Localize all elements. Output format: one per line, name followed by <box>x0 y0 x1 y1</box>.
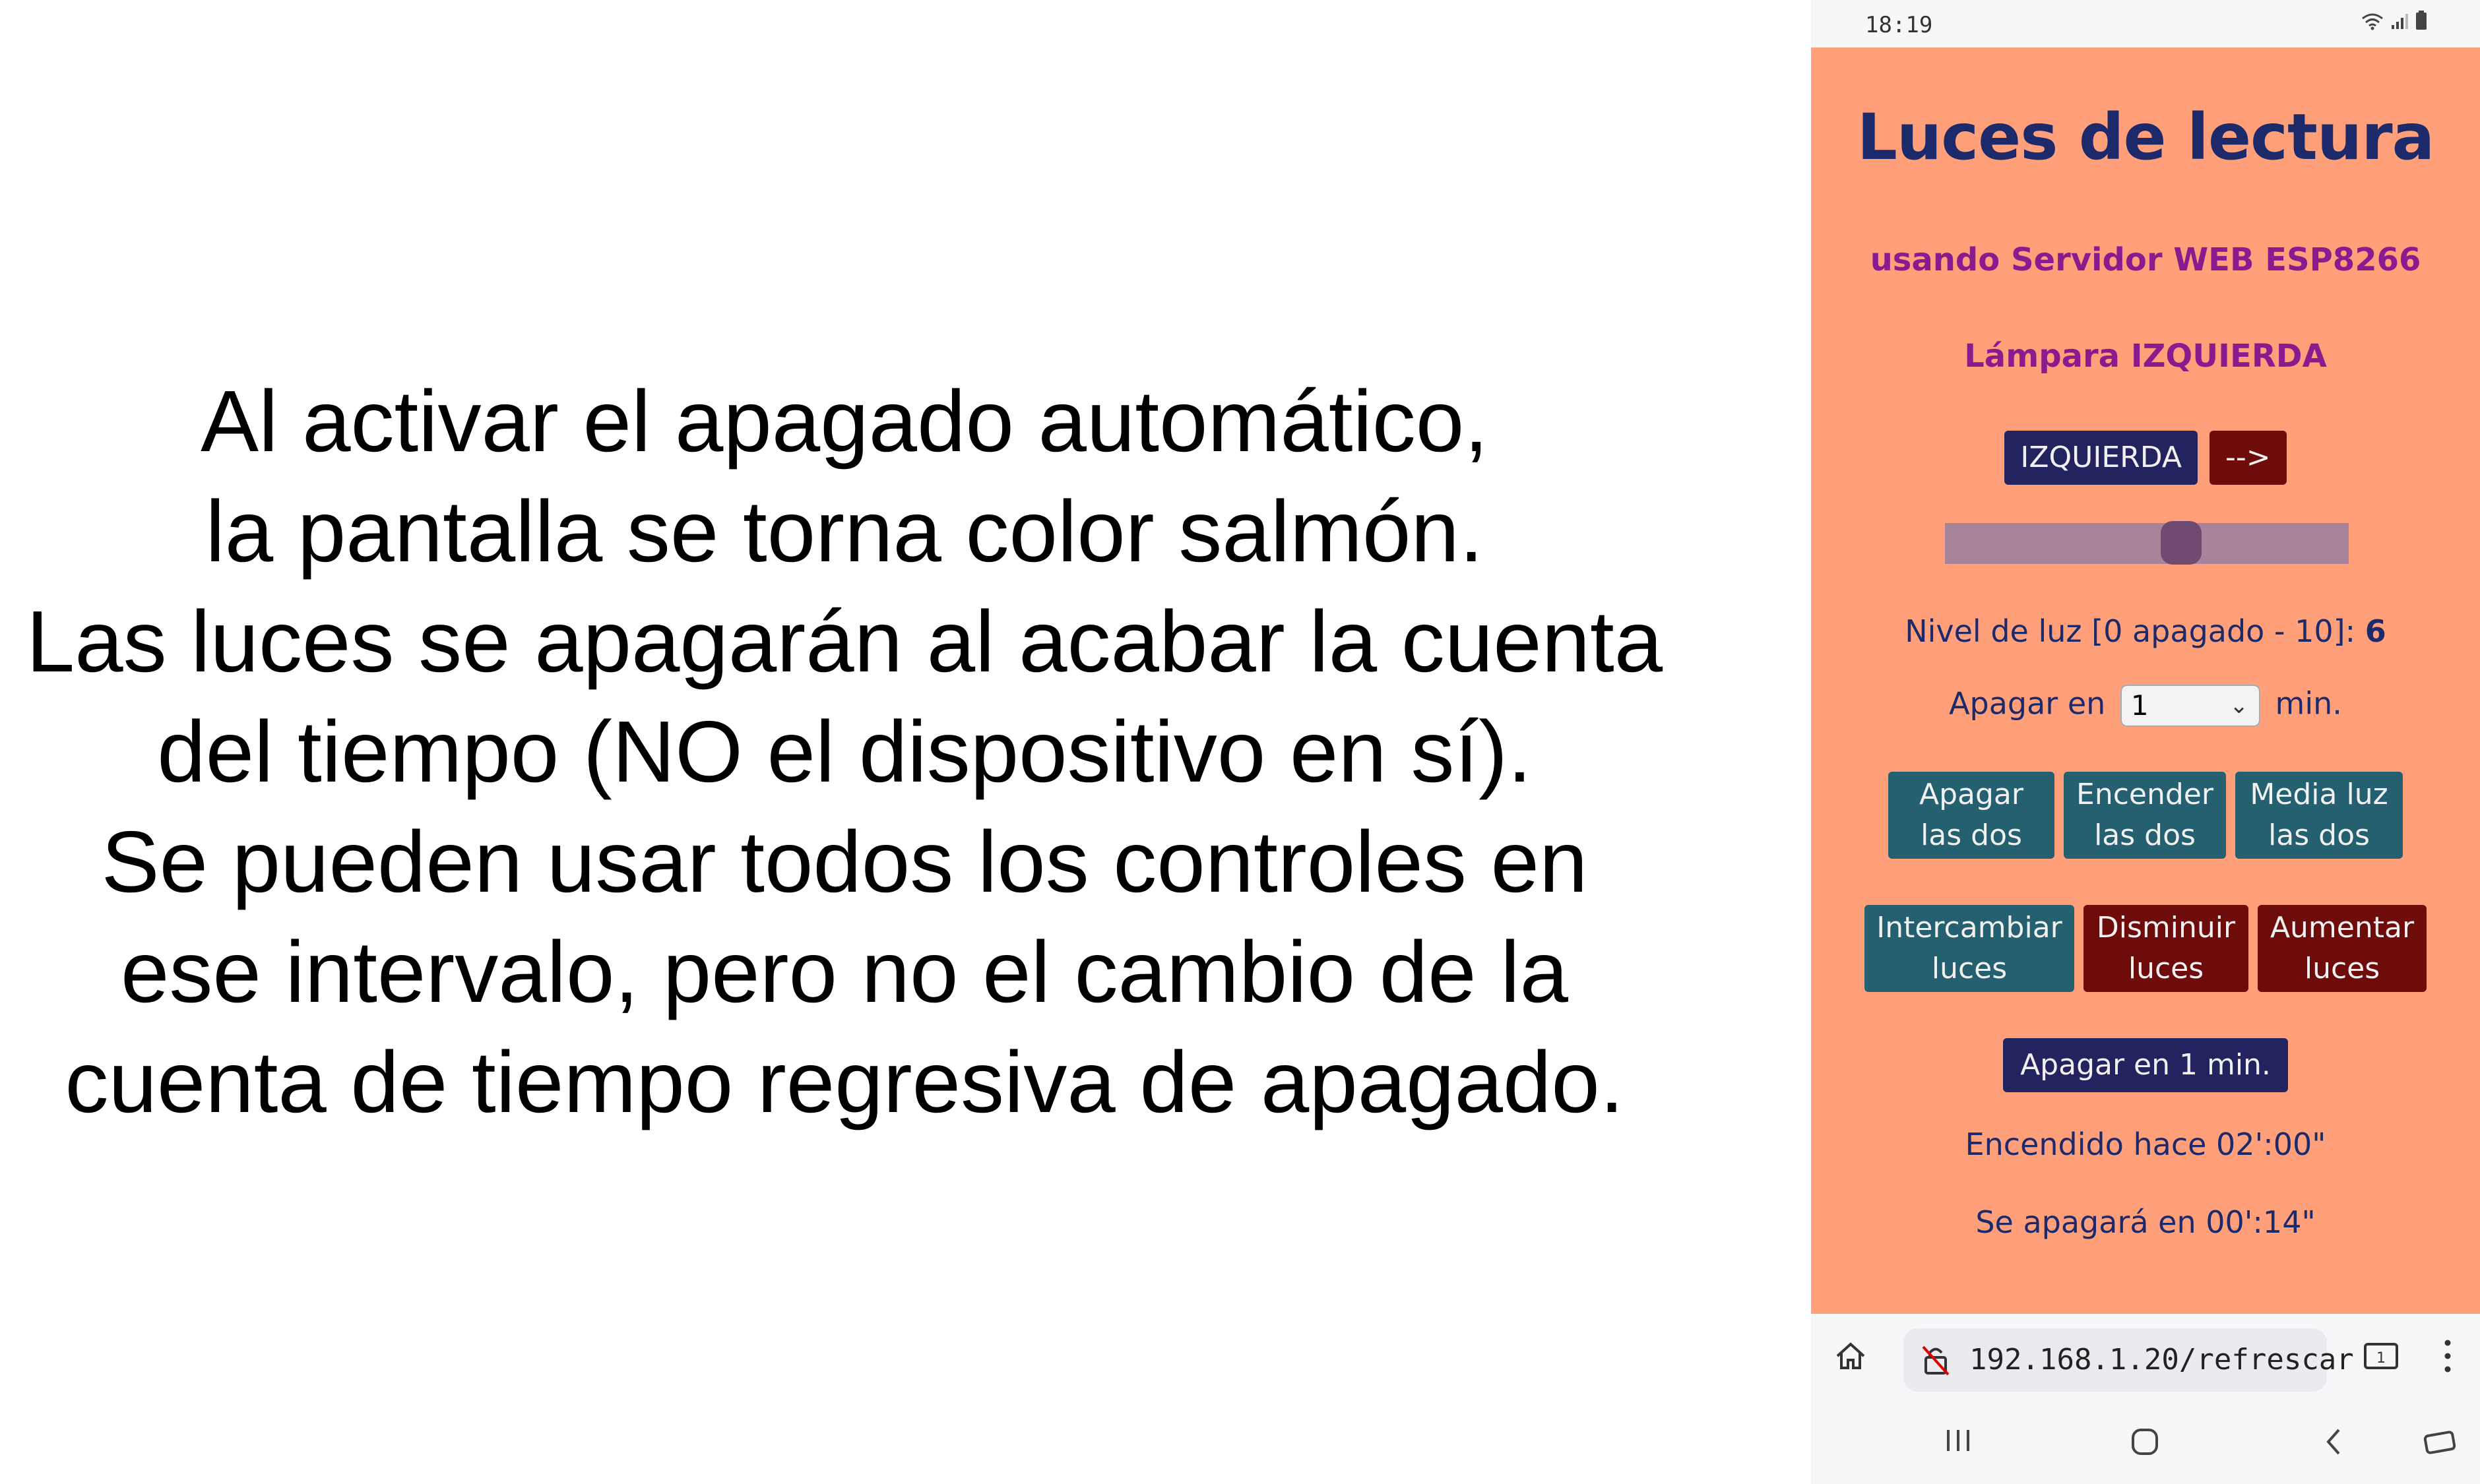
caption-line: ese intervalo, pero no el cambio de la <box>121 923 1568 1020</box>
turn-on-both-button[interactable]: Encender las dos <box>2064 772 2226 859</box>
lamp-label: Lámpara IZQUIERDA <box>1964 338 2327 375</box>
off-timer-prefix: Apagar en <box>1949 685 2106 722</box>
off-countdown-text: Se apagará en 00':14" <box>1975 1204 2316 1240</box>
button-line: Media luz <box>2250 778 2388 811</box>
off-timer-select[interactable]: 1 ⌄ <box>2120 685 2260 727</box>
caption-line: la pantalla se torna color salmón. <box>205 483 1484 580</box>
caption-line: Las luces se apagarán al acabar la cuent… <box>26 593 1663 690</box>
status-time: 18:19 <box>1865 12 1933 38</box>
wifi-icon <box>2361 12 2384 33</box>
timer-button-row: Apagar en 1 min. <box>1811 1038 2480 1092</box>
home-nav-icon[interactable] <box>2130 1427 2159 1459</box>
more-menu-icon[interactable] <box>2442 1336 2454 1378</box>
phone-screen: 18:19 Luces de lectura usando Servidor W… <box>1811 0 2480 1484</box>
light-level-slider[interactable] <box>1945 523 2349 564</box>
caption-line: Al activar el apagado automático, <box>201 373 1488 470</box>
web-page: Luces de lectura usando Servidor WEB ESP… <box>1811 47 2480 1314</box>
insecure-lock-icon[interactable] <box>1921 1344 1951 1380</box>
button-line: luces <box>2304 952 2380 985</box>
caption-line: del tiempo (NO el dispositivo en sí). <box>157 703 1532 800</box>
light-level-value: 6 <box>2365 613 2386 649</box>
page-title: Luces de lectura <box>1857 100 2435 174</box>
recent-apps-icon[interactable] <box>1943 1427 1973 1456</box>
button-line: las dos <box>2094 819 2196 852</box>
off-timer-suffix: min. <box>2275 685 2342 722</box>
caption-line: Se pueden usar todos los controles en <box>101 813 1588 910</box>
back-icon[interactable] <box>2323 1427 2345 1459</box>
button-line: Intercambiar <box>1876 911 2062 944</box>
system-navigation-bar <box>1811 1400 2480 1484</box>
battery-icon <box>2415 11 2427 33</box>
off-in-one-minute-button[interactable]: Apagar en 1 min. <box>2003 1038 2288 1092</box>
off-timer-selected: 1 <box>2130 689 2149 722</box>
left-lamp-button[interactable]: IZQUIERDA <box>2004 431 2198 485</box>
signal-icon <box>2390 12 2409 33</box>
swap-lights-button[interactable]: Intercambiar luces <box>1864 905 2074 992</box>
button-line: luces <box>2128 952 2204 985</box>
address-bar[interactable]: 192.168.1.20/refrescar <box>1903 1328 2354 1392</box>
tabs-icon[interactable]: 1 <box>2363 1339 2400 1376</box>
button-line: las dos <box>1921 819 2022 852</box>
tab-count: 1 <box>2376 1350 2386 1367</box>
on-since-text: Encendido hace 02':00" <box>1965 1127 2326 1162</box>
keyboard-toggle-icon[interactable] <box>2423 1429 2456 1458</box>
button-line: Disminuir <box>2096 911 2236 944</box>
chevron-down-icon: ⌄ <box>2229 693 2248 719</box>
dim-lights-button[interactable]: Disminuir luces <box>2083 905 2248 992</box>
off-timer-row: Apagar en 1 ⌄ min. <box>1811 685 2480 727</box>
status-bar: 18:19 <box>1811 0 2480 47</box>
brighten-lights-button[interactable]: Aumentar luces <box>2258 905 2427 992</box>
light-level-label: Nivel de luz [0 apagado - 10]: <box>1905 613 2356 649</box>
screenshot: Al activar el apagado automático, la pan… <box>0 0 2480 1484</box>
caption-line: cuenta de tiempo regresiva de apagado. <box>65 1034 1624 1130</box>
browser-toolbar: 192.168.1.20/refrescar 1 <box>1811 1314 2480 1400</box>
button-line: luces <box>1931 952 2008 985</box>
button-line: Aumentar <box>2270 911 2415 944</box>
half-light-both-button[interactable]: Media luz las dos <box>2235 772 2403 859</box>
swap-dim-brighten-buttons: Intercambiar luces Disminuir luces Aumen… <box>1811 905 2480 992</box>
button-line: Encender <box>2076 778 2213 811</box>
page-subtitle: usando Servidor WEB ESP8266 <box>1870 241 2421 278</box>
lamp-selector: IZQUIERDA --> <box>1811 431 2480 485</box>
turn-off-both-button[interactable]: Apagar las dos <box>1888 772 2054 859</box>
both-lamps-buttons: Apagar las dos Encender las dos Media lu… <box>1811 772 2480 859</box>
explanation-text: Al activar el apagado automático, la pan… <box>0 366 1689 1137</box>
light-level-text: Nivel de luz [0 apagado - 10]: 6 <box>1811 613 2480 649</box>
next-lamp-button[interactable]: --> <box>2209 431 2287 485</box>
home-icon[interactable] <box>1833 1339 1868 1376</box>
status-icons <box>2361 11 2427 33</box>
button-line: las dos <box>2268 819 2370 852</box>
button-line: Apagar <box>1919 778 2023 811</box>
slider-thumb[interactable] <box>2161 521 2202 565</box>
url-text: 192.168.1.20/refrescar <box>1969 1343 2354 1376</box>
